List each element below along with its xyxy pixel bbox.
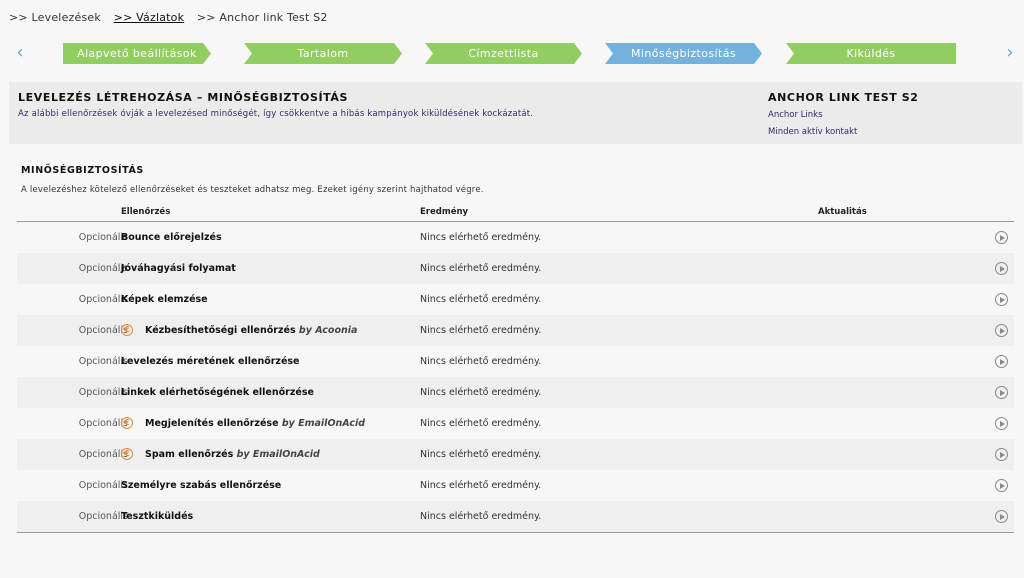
row-result: Nincs elérhető eredmény.: [420, 356, 542, 367]
row-check-label: Levelezés méretének ellenőrzése: [121, 356, 300, 367]
table-row: Opcionális € Kézbesíthetőségi ellenőrzés b…: [17, 315, 1014, 346]
section-title: MINŐSÉGBIZTOSÍTÁS: [21, 165, 144, 176]
row-check-name: Bounce előrejelzés: [121, 232, 222, 243]
row-check-name: Személyre szabás ellenőrzése: [121, 480, 281, 491]
play-circle-icon[interactable]: [995, 262, 1008, 275]
row-check-label: Személyre szabás ellenőrzése: [121, 480, 282, 491]
row-result: Nincs elérhető eredmény.: [420, 449, 542, 460]
row-check-name: Jóváhagyási folyamat: [121, 263, 236, 274]
row-check-name: Képek elemzése: [121, 294, 208, 305]
step-quality-assurance[interactable]: Minőségbiztosítás: [605, 43, 762, 64]
row-check-name: Kézbesíthetőségi ellenőrzés by Acoonia: [145, 325, 357, 336]
row-result: Nincs elérhető eredmény.: [420, 418, 542, 429]
row-provider: by Acoonia: [298, 325, 358, 336]
row-check-label: Spam ellenőrzés: [145, 449, 234, 460]
play-circle-icon[interactable]: [995, 448, 1008, 461]
row-check-label: Bounce előrejelzés: [121, 232, 222, 243]
breadcrumb: >> Levelezések >> Vázlatok >> Anchor lin…: [9, 11, 337, 24]
row-result: Nincs elérhető eredmény.: [420, 294, 542, 305]
table-row: Opcionális Tesztkiküldés Nincs elérhető er…: [17, 501, 1014, 532]
row-check-name: Levelezés méretének ellenőrzése: [121, 356, 300, 367]
table-header: Ellenőrzés Eredmény Aktualitás: [17, 203, 1014, 222]
row-check-name: Tesztkiküldés: [121, 511, 193, 522]
row-result: Nincs elérhető eredmény.: [420, 511, 542, 522]
euro-icon: €: [121, 417, 133, 429]
euro-icon: €: [121, 324, 133, 336]
campaign-type: Anchor Links: [768, 110, 823, 120]
header-check: Ellenőrzés: [121, 207, 171, 217]
section-description: A levelezéshez kötelező ellenőrzéseket é…: [21, 185, 484, 195]
row-check-name: Megjelenítés ellenőrzése by EmailOnAcid: [145, 418, 365, 429]
play-circle-icon[interactable]: [995, 510, 1008, 523]
wizard-steps: Alapvető beállítások Tartalom Címzettlis…: [0, 43, 1024, 64]
row-result: Nincs elérhető eredmény.: [420, 263, 542, 274]
play-circle-icon[interactable]: [995, 417, 1008, 430]
table-row: Opcionális € Spam ellenőrzés by EmailOnAci…: [17, 439, 1014, 470]
breadcrumb-levelezesek[interactable]: >> Levelezések: [9, 11, 101, 24]
table-row: Opcionális € Megjelenítés ellenőrzése by E…: [17, 408, 1014, 439]
table-row: Opcionális Linkek elérhetőségének ellenőr…: [17, 377, 1014, 408]
breadcrumb-vazlatok[interactable]: >> Vázlatok: [114, 11, 185, 24]
step-content[interactable]: Tartalom: [244, 43, 402, 64]
page-title: LEVELEZÉS LÉTREHOZÁSA – MINŐSÉGBIZTOSÍTÁ…: [18, 91, 349, 104]
row-check-label: Kézbesíthetőségi ellenőrzés: [145, 325, 296, 336]
play-circle-icon[interactable]: [995, 355, 1008, 368]
checks-table: Ellenőrzés Eredmény Aktualitás Opcionáli…: [17, 203, 1014, 533]
campaign-audience: Minden aktív kontakt: [768, 127, 858, 137]
row-result: Nincs elérhető eredmény.: [420, 387, 542, 398]
row-result: Nincs elérhető eredmény.: [420, 232, 542, 243]
campaign-name: ANCHOR LINK TEST S2: [768, 91, 919, 104]
table-row: Opcionális Jóváhagyási folyamat Nincs elér…: [17, 253, 1014, 284]
table-row: Opcionális Bounce előrejelzés Nincs elérhe…: [17, 222, 1014, 253]
row-provider: by EmailOnAcid: [236, 449, 320, 460]
page-description: Az alábbi ellenőrzések óvják a levelezés…: [18, 109, 534, 119]
row-provider: by EmailOnAcid: [281, 418, 366, 429]
header-updated: Aktualitás: [818, 207, 867, 217]
campaign-info-panel: LEVELEZÉS LÉTREHOZÁSA – MINŐSÉGBIZTOSÍTÁ…: [9, 82, 1022, 144]
row-check-label: Linkek elérhetőségének ellenőrzése: [121, 387, 314, 398]
row-check-label: Tesztkiküldés: [121, 511, 194, 522]
play-circle-icon[interactable]: [995, 293, 1008, 306]
play-circle-icon[interactable]: [995, 324, 1008, 337]
row-check-name: Linkek elérhetőségének ellenőrzése: [121, 387, 314, 398]
row-check-name: Spam ellenőrzés by EmailOnAcid: [145, 449, 320, 460]
step-send[interactable]: Kiküldés: [786, 43, 956, 64]
header-result: Eredmény: [420, 207, 469, 217]
row-result: Nincs elérhető eredmény.: [420, 325, 542, 336]
step-basic-settings[interactable]: Alapvető beállítások: [63, 43, 211, 64]
euro-icon: €: [121, 448, 133, 460]
row-check-label: Jóváhagyási folyamat: [121, 263, 236, 274]
row-check-label: Képek elemzése: [121, 294, 208, 305]
row-result: Nincs elérhető eredmény.: [420, 480, 542, 491]
play-circle-icon[interactable]: [995, 479, 1008, 492]
step-recipients[interactable]: Címzettlista: [425, 43, 582, 64]
play-circle-icon[interactable]: [995, 231, 1008, 244]
play-circle-icon[interactable]: [995, 386, 1008, 399]
table-row: Opcionális Levelezés méretének ellenőrzés…: [17, 346, 1014, 377]
campaign-summary: ANCHOR LINK TEST S2 Anchor Links Minden …: [768, 91, 919, 137]
table-row: Opcionális Képek elemzése Nincs elérhető e…: [17, 284, 1014, 315]
row-check-label: Megjelenítés ellenőrzése: [145, 418, 279, 429]
breadcrumb-current: >> Anchor link Test S2: [196, 11, 328, 24]
table-row: Opcionális Személyre szabás ellenőrzése Ni…: [17, 470, 1014, 501]
